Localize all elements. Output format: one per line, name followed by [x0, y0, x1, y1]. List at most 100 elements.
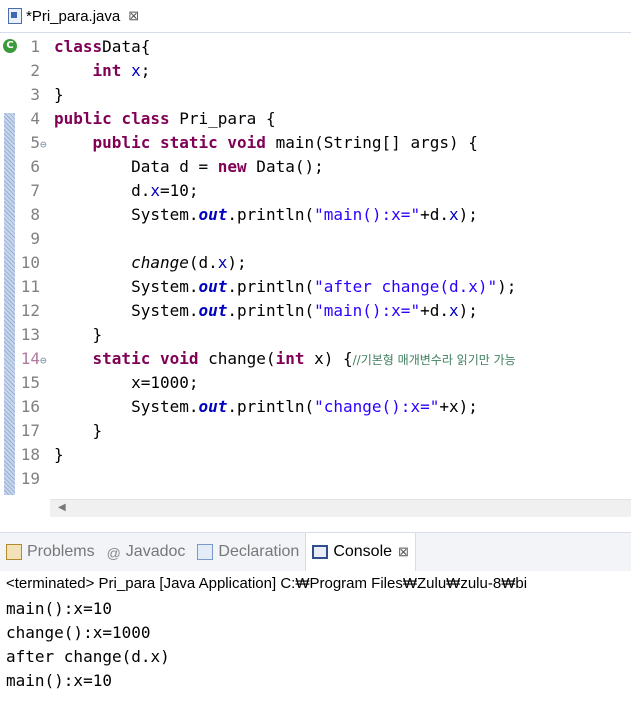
code-token: d. [54, 181, 151, 200]
code-token: public [54, 109, 112, 128]
line-number: 17 [20, 421, 40, 440]
fold-marker-icon [40, 61, 54, 85]
java-file-icon [8, 8, 22, 24]
code-token: "main():x=" [314, 301, 421, 320]
fold-marker-icon [40, 85, 54, 109]
code-token: int [275, 349, 305, 368]
code-line[interactable]: 19 [0, 467, 516, 491]
close-console-icon[interactable]: ⊠ [398, 544, 409, 560]
tab-console-label: Console [333, 543, 393, 560]
fold-marker-icon [40, 37, 54, 61]
line-number: 4 [30, 109, 40, 128]
code-line[interactable]: 10 change(d.x); [0, 251, 516, 275]
code-token: void [159, 349, 199, 368]
code-token: out [198, 205, 228, 224]
code-token: class [54, 37, 103, 56]
editor-tab-title: *Pri_para.java [26, 7, 121, 25]
code-token: static [159, 133, 218, 152]
code-line[interactable]: 12 System.out.println("main():x="+d.x); [0, 299, 516, 323]
code-line[interactable]: 11 System.out.println("after change(d.x)… [0, 275, 517, 301]
tab-javadoc[interactable]: @ Javadoc [101, 533, 192, 571]
code-line[interactable]: 14⊖ static void change(int x) {//기본형 매개변… [0, 347, 516, 371]
code-line[interactable]: 2 int x; [0, 59, 516, 83]
tab-declaration[interactable]: Declaration [191, 533, 305, 571]
line-number: 13 [20, 325, 40, 344]
scroll-left-arrow-icon[interactable]: ◀ [58, 502, 66, 513]
bottom-panel-tabs: Problems @ Javadoc Declaration Console ⊠ [0, 532, 631, 571]
fold-marker-icon [40, 469, 54, 493]
code-line[interactable]: 5⊖ public static void main(String[] args… [0, 131, 516, 155]
console-output-line: after change(d.x) [6, 647, 170, 666]
code-line[interactable]: 9 [0, 227, 516, 251]
code-token: out [198, 301, 228, 320]
editor-tab-pri-para[interactable]: *Pri_para.java ⊠ [0, 0, 170, 32]
code-token: .println( [227, 397, 315, 416]
fold-marker-icon [40, 157, 54, 181]
line-number: 6 [30, 157, 40, 176]
code-token: } [54, 85, 64, 104]
class-icon: C [3, 39, 17, 53]
code-editor[interactable]: C1 classData{2 int x; 3 } 4 public class P… [0, 33, 631, 518]
code-token: Data(); [246, 157, 324, 176]
code-line[interactable]: 8 System.out.println("main():x="+d.x); [0, 203, 516, 227]
code-line[interactable]: 3 } [0, 83, 516, 107]
code-token: new [217, 157, 247, 176]
fold-marker-icon[interactable]: ⊖ [40, 133, 54, 157]
code-line[interactable]: 17 } [0, 419, 516, 443]
code-token: "change():x=" [314, 397, 440, 416]
line-number: 2 [30, 61, 40, 80]
code-line[interactable]: 18 } [0, 443, 516, 467]
code-token: ); [227, 253, 247, 272]
line-number: 12 [20, 301, 40, 320]
code-token: "after change(d.x)" [314, 277, 498, 296]
code-token: } [54, 445, 64, 464]
code-token: Data d = [54, 157, 218, 176]
code-token: System. [54, 277, 199, 296]
console-output-line: main():x=10 [6, 599, 112, 618]
horizontal-scrollbar[interactable]: ◀ [50, 499, 631, 517]
fold-marker-icon [40, 397, 54, 421]
fold-marker-icon [40, 445, 54, 469]
fold-marker-icon [40, 421, 54, 445]
code-token: void [227, 133, 266, 152]
problems-icon [6, 544, 22, 560]
code-token: ); [497, 277, 517, 296]
code-token: } [54, 421, 103, 440]
code-line[interactable]: C1 classData{ [0, 35, 516, 59]
fold-marker-icon [40, 205, 54, 229]
code-line[interactable]: 6 Data d = new Data(); [0, 155, 516, 179]
console-view[interactable]: <terminated> Pri_para [Java Application]… [0, 571, 631, 703]
line-number: 16 [20, 397, 40, 416]
code-line[interactable]: 15 x=1000; [0, 371, 516, 395]
line-number: 19 [20, 469, 40, 488]
code-line[interactable]: 4 public class Pri_para { [0, 107, 516, 131]
code-token: x [448, 205, 459, 224]
line-number: 3 [30, 85, 40, 104]
code-area[interactable]: C1 classData{2 int x; 3 } 4 public class P… [0, 35, 516, 491]
code-token: Pri_para { [169, 109, 276, 128]
code-token: args) { [410, 133, 478, 152]
code-token: (d. [188, 253, 218, 272]
code-line[interactable]: 16 System.out.println("change():x="+x); [0, 395, 516, 419]
declaration-icon [197, 544, 214, 560]
code-token: ); [458, 205, 478, 224]
line-number: 5 [30, 133, 40, 152]
close-tab-icon[interactable]: ⊠ [128, 8, 139, 24]
code-token: +x); [439, 397, 478, 416]
tab-console[interactable]: Console ⊠ [305, 533, 416, 571]
line-number: 8 [30, 205, 40, 224]
tab-declaration-label: Declaration [218, 543, 300, 560]
editor-tab-bar: *Pri_para.java ⊠ [0, 0, 631, 33]
fold-marker-icon[interactable]: ⊖ [40, 349, 54, 373]
code-line[interactable]: 13 } [0, 323, 516, 347]
fold-marker-icon [40, 229, 54, 253]
tab-problems[interactable]: Problems [0, 533, 101, 571]
code-token: x [448, 301, 459, 320]
code-line[interactable]: 7 d.x=10; [0, 179, 516, 203]
fold-marker-icon [40, 277, 54, 301]
fold-marker-icon [40, 253, 54, 277]
